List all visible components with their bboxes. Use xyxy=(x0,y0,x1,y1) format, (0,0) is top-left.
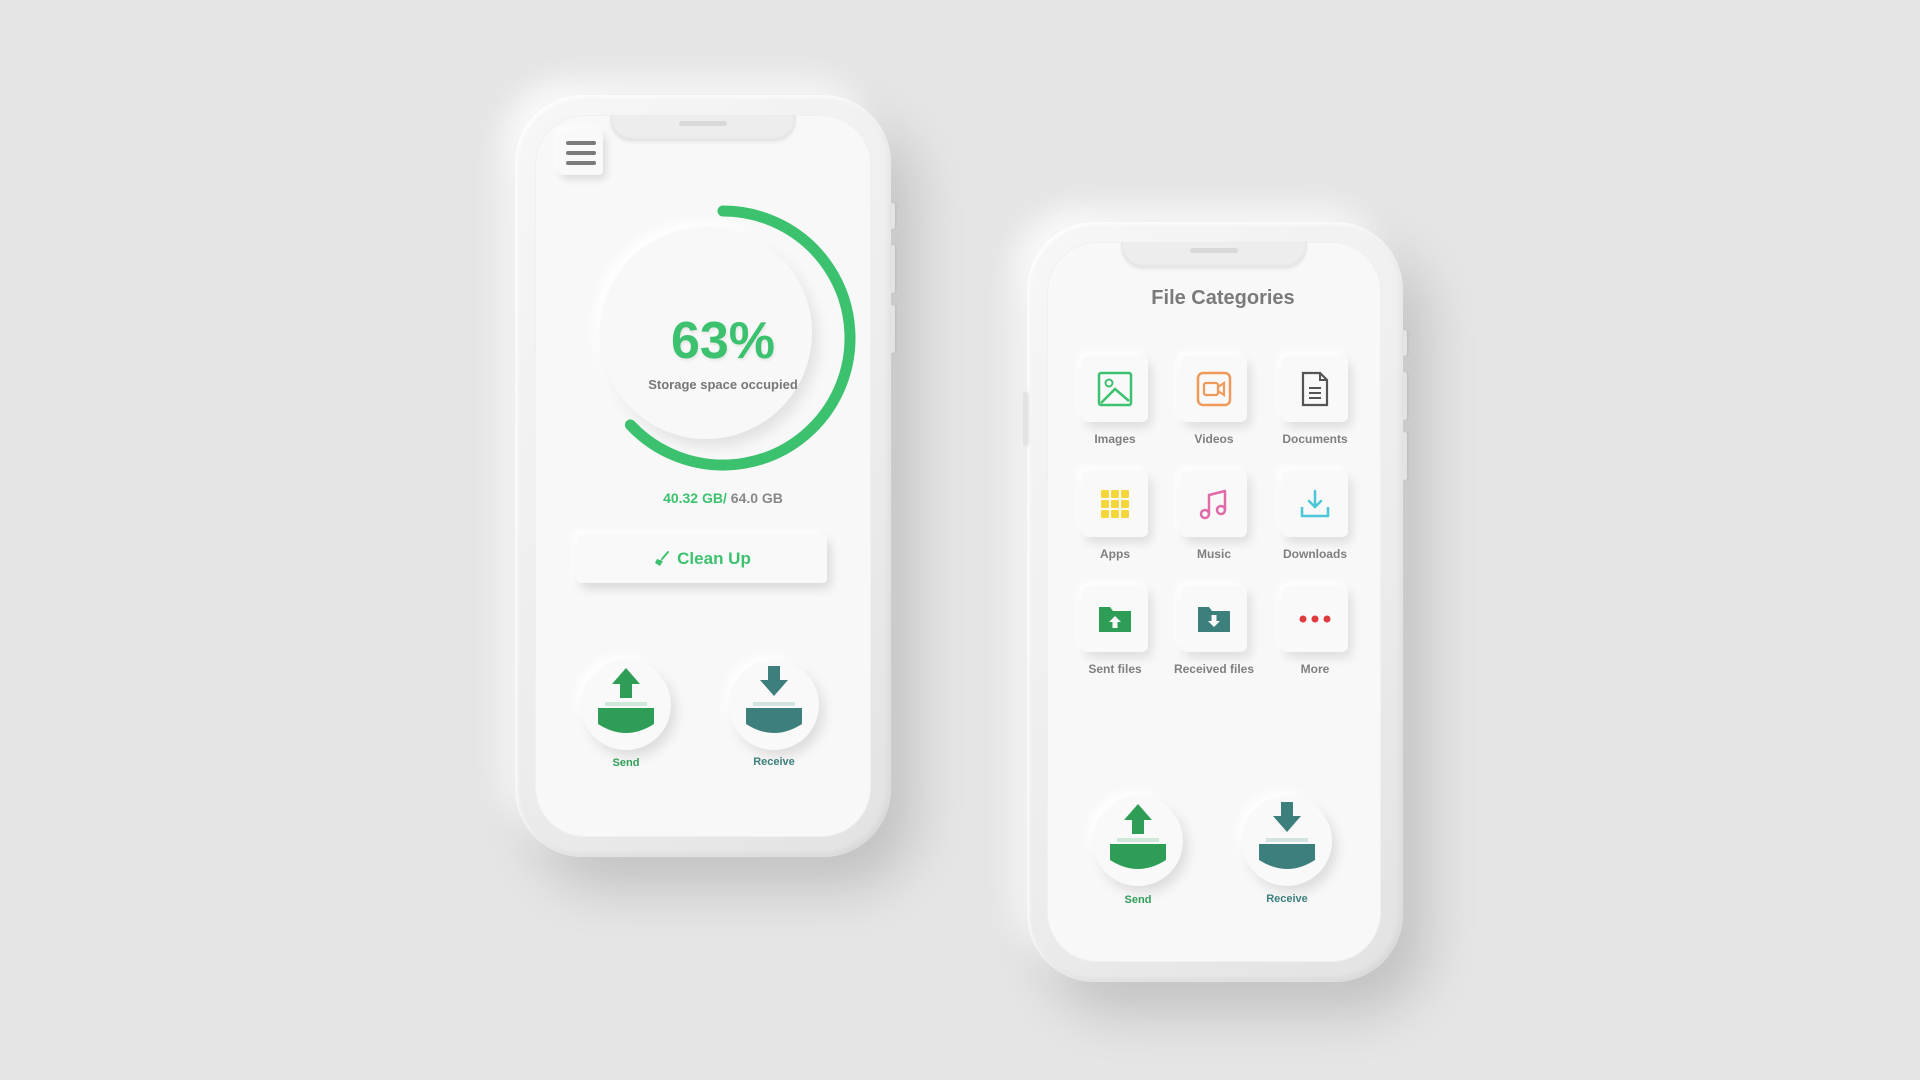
category-music[interactable]: Music xyxy=(1164,471,1264,561)
download-icon xyxy=(1300,489,1330,518)
send-button[interactable] xyxy=(581,660,671,750)
receive-label: Receive xyxy=(753,756,795,768)
folder-upload-icon xyxy=(1099,607,1131,632)
phone-home: 63% Storage space occupied 40.32 GB/ 64.… xyxy=(515,95,895,857)
menu-icon-line xyxy=(566,141,596,145)
speaker xyxy=(1190,248,1238,253)
apps-grid-icon xyxy=(1101,490,1129,518)
send-label: Send xyxy=(612,757,640,769)
storage-used: 40.32 GB/ xyxy=(663,490,727,506)
receive-icon xyxy=(746,666,802,733)
category-label: Sent files xyxy=(1088,662,1142,676)
folder-download-icon xyxy=(1198,607,1230,632)
category-tile xyxy=(1181,471,1247,537)
storage-percent-label: Storage space occupied xyxy=(648,377,798,392)
notch xyxy=(610,115,796,141)
notch xyxy=(1121,242,1307,268)
category-tile xyxy=(1082,471,1148,537)
category-videos[interactable]: Videos xyxy=(1164,356,1264,446)
side-button xyxy=(890,203,895,229)
side-button xyxy=(1402,330,1407,356)
speaker xyxy=(679,121,727,126)
category-tile xyxy=(1181,586,1247,652)
side-button xyxy=(890,245,895,293)
category-more[interactable]: More xyxy=(1265,586,1365,676)
receive-icon xyxy=(1259,802,1315,869)
category-apps[interactable]: Apps xyxy=(1065,471,1165,561)
music-icon xyxy=(1199,489,1227,520)
storage-amount: 40.32 GB/ 64.0 GB xyxy=(535,490,871,506)
side-button xyxy=(890,305,895,353)
category-label: Apps xyxy=(1100,547,1130,561)
menu-icon-line xyxy=(566,161,596,165)
category-images[interactable]: Images xyxy=(1065,356,1165,446)
page-title: File Categories xyxy=(1151,287,1295,309)
menu-button[interactable] xyxy=(559,131,603,175)
storage-percent: 63% xyxy=(670,312,776,370)
category-label: More xyxy=(1300,662,1330,676)
side-button xyxy=(1402,372,1407,420)
clean-up-label: Clean Up xyxy=(677,549,751,568)
side-button xyxy=(1402,432,1407,480)
phone-file-categories: File Categories Images Videos Documents … xyxy=(1023,222,1407,982)
category-label: Images xyxy=(1094,432,1136,446)
broom-icon xyxy=(655,551,670,566)
image-icon xyxy=(1097,371,1133,407)
category-tile xyxy=(1181,356,1247,422)
video-icon xyxy=(1196,371,1232,407)
clean-up-button[interactable]: Clean Up xyxy=(577,535,827,583)
category-documents[interactable]: Documents xyxy=(1265,356,1365,446)
home-screen: 63% Storage space occupied 40.32 GB/ 64.… xyxy=(535,115,871,837)
receive-button[interactable] xyxy=(1242,796,1332,886)
send-label: Send xyxy=(1124,894,1152,906)
more-dots-icon xyxy=(1299,615,1331,623)
category-tile xyxy=(1282,471,1348,537)
menu-icon-line xyxy=(566,151,596,155)
side-button xyxy=(1023,392,1028,446)
category-received-files[interactable]: Received files xyxy=(1164,586,1264,676)
document-icon xyxy=(1301,371,1329,407)
category-tile xyxy=(1282,356,1348,422)
category-label: Music xyxy=(1196,547,1231,561)
receive-label: Receive xyxy=(1266,893,1308,905)
storage-total: 64.0 GB xyxy=(726,490,783,506)
category-label: Documents xyxy=(1282,432,1348,446)
category-tile xyxy=(1082,586,1148,652)
send-icon xyxy=(598,668,654,733)
category-label: Downloads xyxy=(1282,547,1347,561)
category-sent-files[interactable]: Sent files xyxy=(1065,586,1165,676)
category-tile xyxy=(1282,586,1348,652)
send-icon xyxy=(1110,804,1166,869)
category-downloads[interactable]: Downloads xyxy=(1265,471,1365,561)
category-label: Videos xyxy=(1194,432,1234,446)
file-categories-screen: File Categories Images Videos Documents … xyxy=(1047,242,1381,962)
category-tile xyxy=(1082,356,1148,422)
send-button[interactable] xyxy=(1093,796,1183,886)
receive-button[interactable] xyxy=(729,660,819,750)
category-label: Received files xyxy=(1173,662,1255,676)
